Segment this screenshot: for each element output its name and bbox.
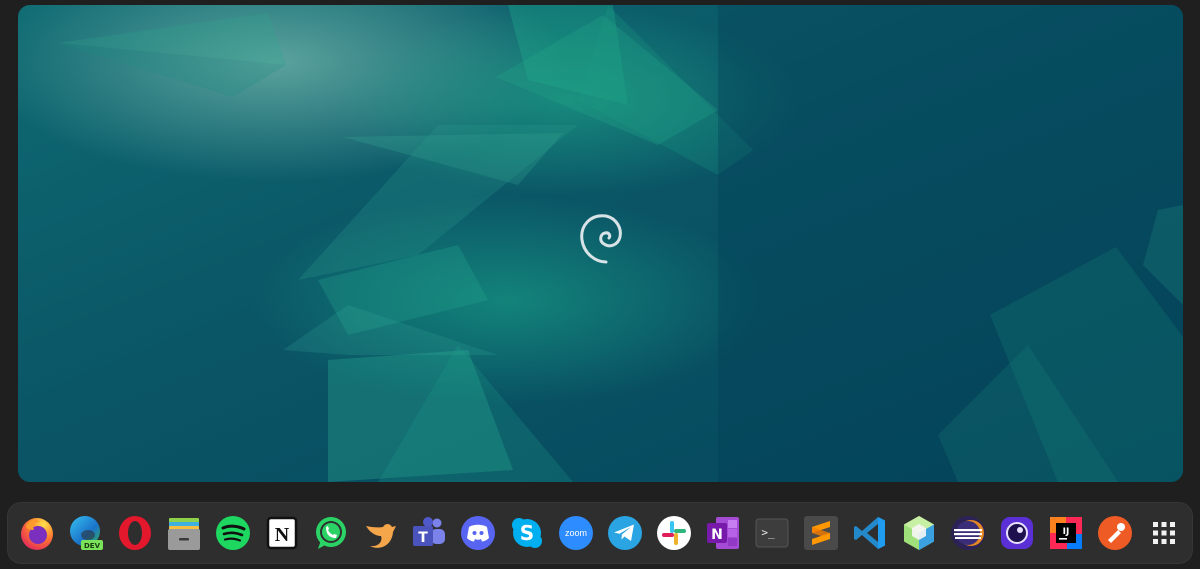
postman-icon[interactable] xyxy=(1096,514,1134,552)
slack-icon[interactable] xyxy=(655,514,693,552)
discord-icon[interactable] xyxy=(459,514,497,552)
teams-icon[interactable]: T xyxy=(410,514,448,552)
terminal-glyph: >_ xyxy=(761,526,775,539)
app-grid-icon[interactable] xyxy=(1145,514,1183,552)
edge-dev-icon[interactable]: DEV xyxy=(67,514,105,552)
desktop-screen: DEV N T S zoom N >_ IJ xyxy=(0,0,1200,569)
bird-icon[interactable] xyxy=(361,514,399,552)
eclipse-icon[interactable] xyxy=(949,514,987,552)
application-dock: DEV N T S zoom N >_ IJ xyxy=(7,502,1193,564)
onenote-glyph: N xyxy=(711,527,723,543)
desktop-wallpaper[interactable] xyxy=(18,5,1183,482)
debian-logo-icon xyxy=(580,214,622,264)
zoom-glyph: zoom xyxy=(565,528,587,538)
skype-glyph: S xyxy=(520,521,534,545)
notion-glyph: N xyxy=(275,524,290,546)
files-icon[interactable] xyxy=(165,514,203,552)
onenote-icon[interactable]: N xyxy=(704,514,742,552)
whatsapp-icon[interactable] xyxy=(312,514,350,552)
skype-icon[interactable]: S xyxy=(508,514,546,552)
terminal-icon[interactable]: >_ xyxy=(753,514,791,552)
zoom-icon[interactable]: zoom xyxy=(557,514,595,552)
spotify-icon[interactable] xyxy=(214,514,252,552)
intellij-icon[interactable]: IJ xyxy=(1047,514,1085,552)
intellij-glyph: IJ xyxy=(1063,527,1070,537)
edge-dev-badge: DEV xyxy=(84,542,101,550)
netbeans-icon[interactable] xyxy=(900,514,938,552)
telegram-icon[interactable] xyxy=(606,514,644,552)
notion-icon[interactable]: N xyxy=(263,514,301,552)
opera-icon[interactable] xyxy=(116,514,154,552)
sublime-text-icon[interactable] xyxy=(802,514,840,552)
firefox-icon[interactable] xyxy=(18,514,56,552)
teams-glyph: T xyxy=(418,530,428,546)
screen-recorder-icon[interactable] xyxy=(998,514,1036,552)
vscode-icon[interactable] xyxy=(851,514,889,552)
